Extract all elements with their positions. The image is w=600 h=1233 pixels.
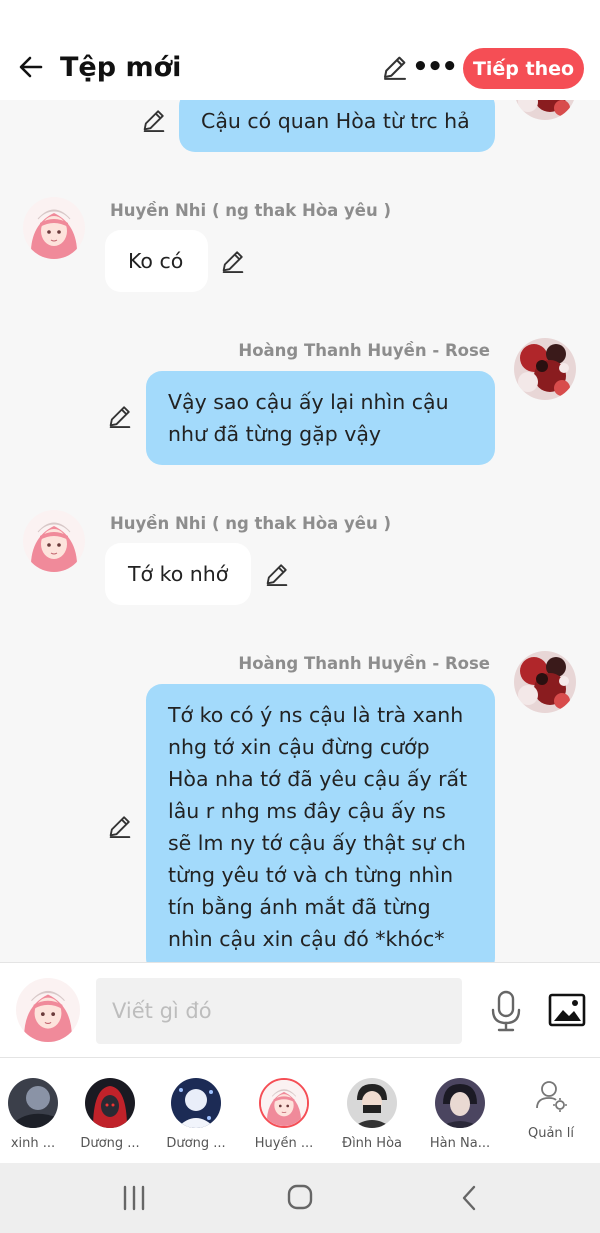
message-text: Cậu có quan Hòa từ trc hả [201, 109, 470, 133]
more-options-button[interactable]: ••• [412, 52, 458, 82]
member-item[interactable]: Huyền ... [247, 1076, 321, 1162]
member-name: Huyền ... [254, 1136, 314, 1151]
member-item[interactable]: Dương ... [159, 1076, 233, 1162]
member-avatar-3 [171, 1078, 221, 1128]
arrow-left-icon [19, 56, 43, 78]
member-avatar-5 [347, 1078, 397, 1128]
manage-label: Quản lí [527, 1126, 575, 1141]
member-item[interactable]: Đình Hòa [335, 1076, 409, 1162]
rose-avatar[interactable] [514, 338, 576, 400]
message-text: Tớ ko nhớ [128, 562, 229, 586]
recent-apps-icon[interactable] [114, 1183, 154, 1213]
pencil-icon[interactable] [219, 247, 247, 275]
message-input[interactable] [96, 978, 462, 1044]
sender-name: Hoàng Thanh Huyền - Rose [238, 654, 490, 673]
message-line: sẽ lm ny tớ cậu ấy thật sự ch [168, 831, 466, 855]
sender-name: Huyền Nhi ( ng thak Hòa yêu ) [110, 201, 392, 220]
message-line: Vậy sao cậu ấy lại nhìn cậu [168, 390, 449, 414]
current-user-avatar[interactable] [16, 978, 80, 1042]
message-bubble[interactable]: Cậu có quan Hòa từ trc hả [179, 100, 495, 152]
message-bubble[interactable]: Ko có [105, 230, 208, 292]
member-avatar-1 [8, 1078, 58, 1128]
message-line: Tớ ko có ý ns cậu là trà xanh [168, 703, 464, 727]
member-avatar-4 [259, 1078, 309, 1128]
manage-button[interactable]: Quản lí [518, 1076, 584, 1156]
member-avatar-6 [435, 1078, 485, 1128]
member-name: Đình Hòa [342, 1136, 402, 1151]
pencil-icon[interactable] [106, 812, 134, 840]
page-title: Tệp mới [60, 52, 182, 83]
message-bubble[interactable]: Tớ ko nhớ [105, 543, 251, 605]
message-line: tín bằng ánh mắt đã từng [168, 895, 431, 919]
pencil-icon[interactable] [380, 52, 410, 82]
member-avatar-2 [85, 1078, 135, 1128]
member-name: Dương ... [80, 1136, 140, 1151]
message-line: lâu r nhg ms đây cậu ấy ns [168, 799, 446, 823]
message-line: từng yêu tớ và ch từng nhìn [168, 863, 454, 887]
composer-bar [0, 962, 600, 1057]
pencil-icon[interactable] [106, 402, 134, 430]
microphone-icon[interactable] [486, 989, 526, 1033]
message-line: Hòa nha tớ đã yêu cậu ấy rất [168, 767, 468, 791]
huyen-nhi-avatar[interactable] [23, 197, 85, 259]
member-name: Dương ... [166, 1136, 226, 1151]
member-name: Hàn Na... [429, 1136, 491, 1151]
message-bubble[interactable]: Vậy sao cậu ấy lại nhìn cậu như đã từng … [146, 371, 495, 465]
pencil-icon[interactable] [140, 106, 168, 134]
home-icon[interactable] [280, 1183, 320, 1213]
back-button[interactable] [14, 50, 48, 84]
pencil-icon[interactable] [263, 560, 291, 588]
message-text: Ko có [128, 249, 184, 273]
rose-avatar[interactable] [514, 100, 576, 120]
member-item[interactable]: Dương ... [73, 1076, 147, 1162]
user-gear-icon [536, 1081, 567, 1112]
member-roster: xinh ... Dương ... Dương ... Huyền ... Đ… [0, 1057, 600, 1163]
top-bar: Tệp mới ••• Tiếp theo [0, 0, 600, 100]
next-button[interactable]: Tiếp theo [463, 48, 584, 89]
sender-name: Hoàng Thanh Huyền - Rose [238, 341, 490, 360]
chevron-left-icon[interactable] [450, 1183, 490, 1213]
message-line: nhg tớ xin cậu đừng cướp [168, 735, 430, 759]
message-line: như đã từng gặp vậy [168, 422, 382, 446]
member-name: xinh ... [10, 1136, 56, 1151]
rose-avatar[interactable] [514, 651, 576, 713]
member-item[interactable]: Hàn Na... [423, 1076, 497, 1162]
sender-name: Huyền Nhi ( ng thak Hòa yêu ) [110, 514, 392, 533]
member-item[interactable]: xinh ... [0, 1076, 70, 1162]
chat-area[interactable]: Cậu có quan Hòa từ trc hả Huyền Nhi ( ng… [0, 100, 600, 962]
image-icon[interactable] [548, 991, 586, 1029]
message-bubble[interactable]: Tớ ko có ý ns cậu là trà xanh nhg tớ xin… [146, 684, 495, 962]
message-line: nhìn cậu xin cậu đó *khóc* [168, 927, 445, 951]
huyen-nhi-avatar[interactable] [23, 510, 85, 572]
system-nav-bar [0, 1163, 600, 1233]
